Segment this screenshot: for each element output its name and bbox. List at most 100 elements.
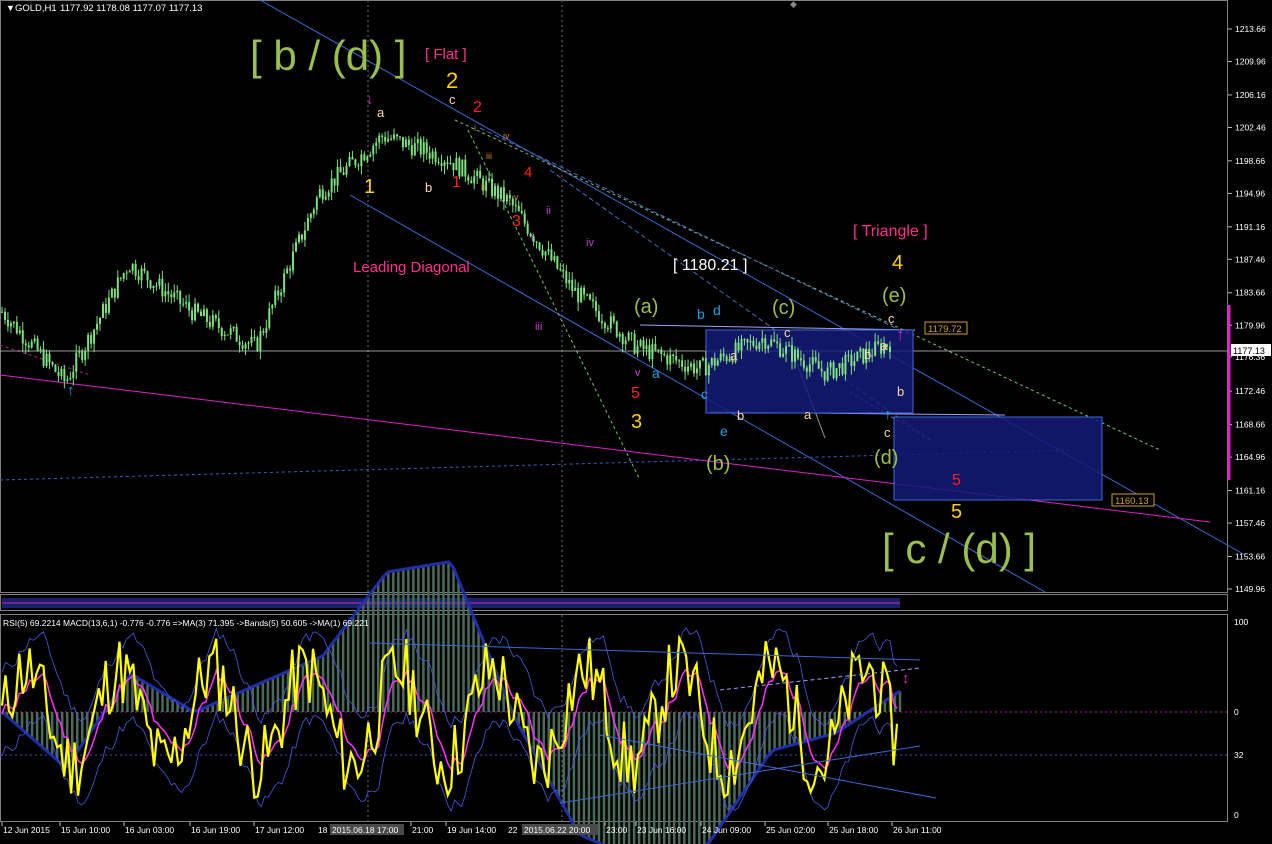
candle-body [351,157,354,160]
candle-body [199,311,202,317]
candle-body [808,364,811,372]
candle-body [84,350,87,360]
label-rom-v: v [635,367,641,379]
candle-body [173,292,176,298]
label-red-4: 4 [524,164,532,181]
candle-body [642,340,645,350]
candle-body [360,154,363,167]
candle-body [675,355,678,361]
candle-body [853,361,856,367]
candle-body [345,165,348,175]
scroll-marker-icon[interactable]: ◆ [790,0,797,9]
candle-body [372,146,375,155]
candle-body [583,287,586,295]
candle-body [523,213,526,224]
candle-body [235,326,238,342]
candle-body [449,162,452,164]
candle-body [556,256,559,269]
candle-body [704,358,707,376]
candle-body [850,354,853,367]
label-yellow-5: 5 [951,501,962,523]
label-rom-iv: iv [586,237,594,249]
time-tick-label: 19 Jun 14:00 [447,825,496,835]
candle-body [45,353,48,366]
candle-body [149,280,152,288]
label-paren-d: (d) [874,447,898,469]
label-sm-i: i [474,123,476,133]
candle-body [799,358,802,361]
candle-body [375,142,378,147]
price-tick-label: 1187.46 [1235,254,1265,264]
candle-body [107,297,110,313]
time-tick-label: 23:00 [606,825,628,835]
candle-body [277,290,280,296]
label-cyan-b: b [697,306,705,322]
candle-body [877,341,880,344]
candle-body [182,303,185,305]
candle-body [428,152,431,159]
candle-body [520,211,523,214]
candle-body [42,349,45,366]
candle-body [354,159,357,166]
candle-body [770,339,773,346]
price-tick-label: 1164.96 [1235,452,1265,462]
candle-body [856,351,859,362]
candle-body [300,234,303,240]
candle-body [491,178,494,197]
label-paren-e: (e) [882,285,906,307]
candle-body [116,277,119,298]
price-tick-label: 1149.96 [1235,584,1265,594]
candle-body [517,205,520,212]
candle-body [526,223,529,234]
candle-body [624,340,627,345]
candle-body [265,327,268,333]
label-cyan-a: a [652,365,660,381]
candle-body [437,162,440,164]
candle-body [452,162,455,171]
candle-body [262,331,265,333]
candle-body [464,159,467,177]
candle-body [496,186,499,199]
candle-body [639,340,642,346]
candle-body [431,151,434,159]
label-yellow-1: 1 [364,176,375,198]
candle-body [21,330,24,344]
label-big-c-d: [ c / (d) ] [882,525,1036,572]
candle-body [473,176,476,184]
ind-scale-32: 32 [1234,750,1244,760]
candle-body [101,304,104,318]
price-tick-label: 1157.46 [1235,518,1265,528]
candle-body [597,311,600,322]
symbol-label: GOLD,H1 [15,3,57,14]
candle-body [208,321,211,327]
time-tick-label: 26 Jun 11:00 [893,825,942,835]
candle-body [835,368,838,379]
candle-body [125,272,128,274]
candle-body [167,291,170,295]
candle-body [330,178,333,193]
candle-body [790,345,793,362]
candle-body [508,195,511,199]
price-tag-upper-text: 1179.72 [928,324,962,335]
price-tick-label: 1168.66 [1235,420,1265,430]
candle-body [333,178,336,186]
candle-body [268,308,271,328]
candle-body [535,241,538,243]
candle-body [238,341,241,346]
time-tick-label: 21:00 [412,825,434,835]
candle-body [446,162,449,164]
candle-body [185,302,188,304]
candle-body [72,371,75,379]
candle-body [271,305,274,309]
time-tick-label: 12 Jun 2015 [3,825,50,835]
candle-body [214,315,217,319]
candle-body [796,349,799,359]
candle-body [93,329,96,344]
time-highlight-2: 2015.06.22 20:00 [524,825,590,835]
candle-body [217,318,220,329]
candle-body [713,358,716,366]
label-level-box: [ 1180.21 ] [673,257,747,274]
candle-body [158,278,161,286]
ohlc-label: 1177.92 1178.08 1177.07 1177.13 [60,3,202,14]
label-wave-c: c [449,92,456,107]
